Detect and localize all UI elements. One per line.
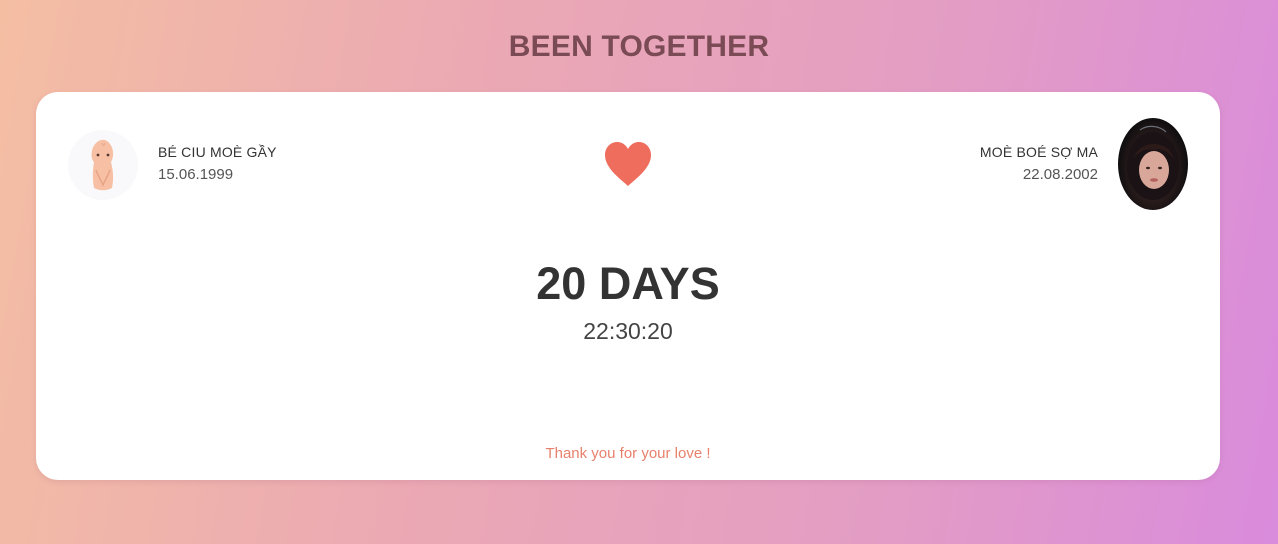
- right-person-avatar: [1118, 118, 1188, 210]
- left-person-name: BÉ CIU MOÈ GẦY: [158, 144, 277, 160]
- right-person-birthdate: 22.08.2002: [1022, 166, 1098, 183]
- right-person-name: MOÈ BOÉ SỢ MA: [979, 144, 1098, 160]
- cartoon-character-icon: [91, 139, 114, 191]
- love-counter-card: BÉ CIU MOÈ GẦY 15.06.1999 MOÈ BOÉ SỢ MA …: [36, 92, 1220, 480]
- page-title: BEEN TOGETHER: [508, 30, 770, 63]
- heart-icon: [605, 142, 651, 186]
- profile-photo: [1127, 125, 1179, 200]
- left-person-birthdate: 15.06.1999: [158, 166, 234, 183]
- time-counter: 22:30:20: [583, 318, 673, 344]
- left-person-avatar: [68, 130, 138, 200]
- thank-you-message: Thank you for your love !: [545, 445, 711, 462]
- days-counter: 20 DAYS: [536, 258, 720, 309]
